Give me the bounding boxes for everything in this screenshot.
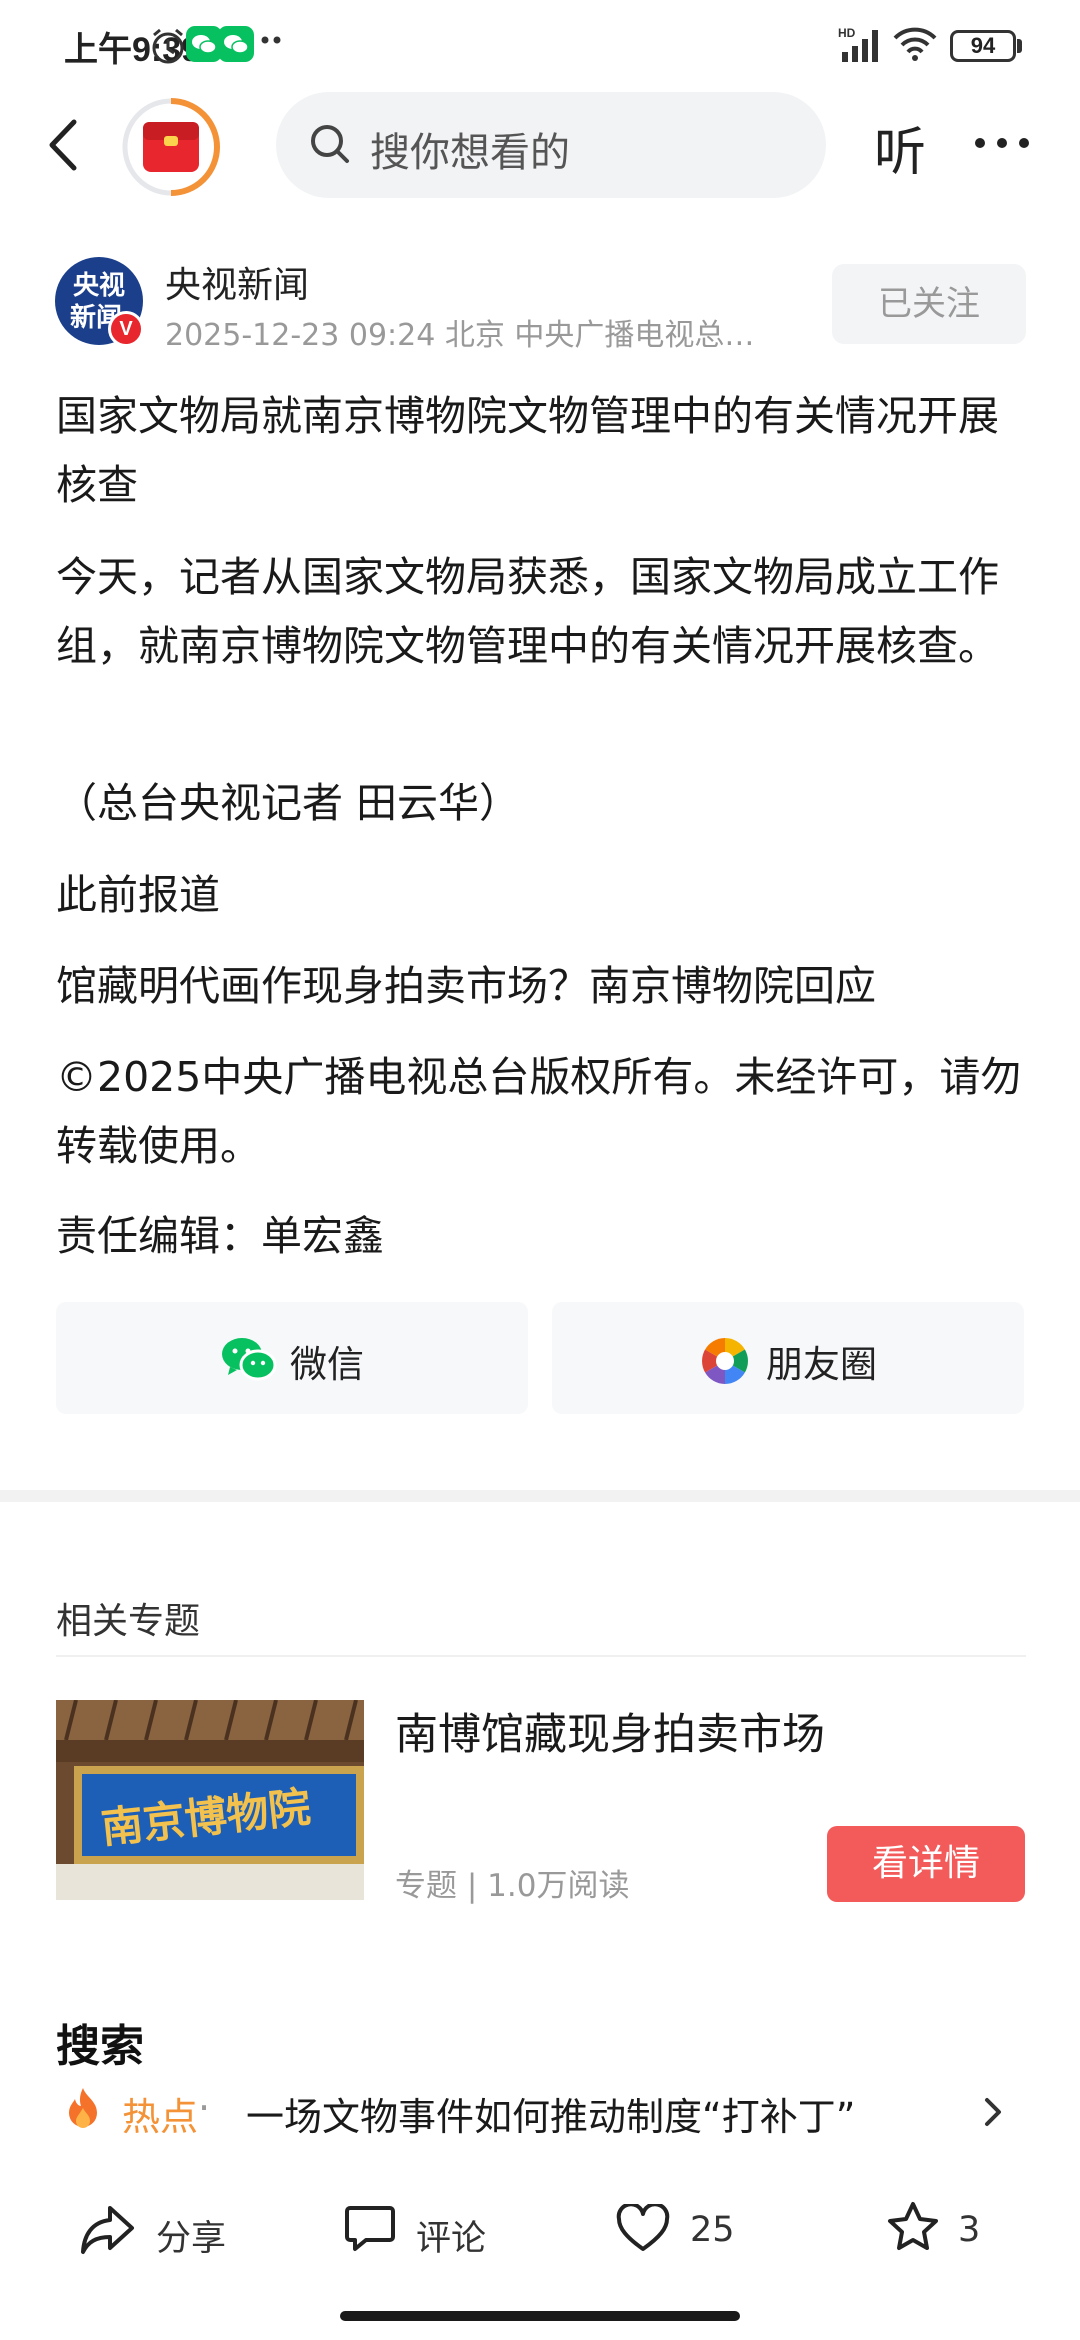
share-arrow-icon <box>81 2206 134 2254</box>
app-logo[interactable] <box>120 96 222 198</box>
section-divider <box>0 1490 1080 1502</box>
share-moments-button[interactable]: 朋友圈 <box>552 1302 1024 1414</box>
share-moments-label: 朋友圈 <box>766 1343 877 1386</box>
topic-thumbnail[interactable]: 南京博物院 <box>56 1700 364 1900</box>
back-button[interactable] <box>34 110 94 180</box>
like-button[interactable]: 25 <box>616 2200 766 2260</box>
related-topics-title: 相关专题 <box>56 1601 201 1642</box>
more-dots-icon <box>975 138 1029 148</box>
copyright-notice: ©2025中央广播电视总台版权所有。未经许可，请勿转载使用。 <box>56 1053 1022 1170</box>
divider <box>56 1655 1026 1657</box>
wechat-notification-icon <box>218 26 254 62</box>
topic-meta: 专题 | 1.0万阅读 <box>395 1868 630 1904</box>
favorite-count: 3 <box>958 2210 981 2250</box>
back-arrow-icon <box>49 119 77 171</box>
article-paragraph: 此前报道 <box>56 871 220 919</box>
star-icon <box>888 2202 938 2250</box>
moments-icon <box>700 1336 750 1390</box>
chevron-right-icon <box>980 2092 1006 2136</box>
more-notifications-icon <box>260 30 284 54</box>
wechat-notification-icon <box>186 26 222 62</box>
article-headline: 国家文物局就南京博物院文物管理中的有关情况开展核查 <box>56 392 999 509</box>
author-meta: 2025-12-23 09:24 北京 中央广播电视总… <box>165 318 755 353</box>
view-details-button[interactable]: 看详情 <box>827 1826 1025 1902</box>
search-section-heading: 搜索 <box>56 2021 144 2072</box>
follow-button[interactable]: 已关注 <box>832 264 1026 344</box>
comment-label: 评论 <box>416 2219 487 2259</box>
wechat-icon <box>220 1334 278 1388</box>
hot-search-item[interactable]: 热点 · 一场文物事件如何推动制度“打补丁” <box>56 2080 1026 2140</box>
share-wechat-button[interactable]: 微信 <box>56 1302 528 1414</box>
more-options-button[interactable] <box>972 128 1032 158</box>
share-label: 分享 <box>156 2219 227 2259</box>
hot-label: 热点 <box>122 2095 199 2139</box>
like-count: 25 <box>690 2210 735 2250</box>
battery-indicator: 94 <box>950 30 1016 62</box>
comment-icon <box>345 2206 395 2251</box>
signal-icon: HD <box>838 24 882 68</box>
share-wechat-label: 微信 <box>290 1343 364 1386</box>
related-report-link[interactable]: 馆藏明代画作现身拍卖市场？南京博物院回应 <box>56 952 1026 1021</box>
separator-dot: · <box>198 2086 211 2130</box>
editor-credit: 责任编辑：单宏鑫 <box>56 1212 384 1260</box>
article-paragraph: 今天，记者从国家文物局获悉，国家文物局成立工作组，就南京博物院文物管理中的有关情… <box>56 553 999 670</box>
hd-label: HD <box>838 26 856 40</box>
favorite-button[interactable]: 3 <box>886 2198 996 2258</box>
search-bar[interactable]: 搜你想看的 <box>276 92 826 198</box>
heart-icon <box>616 2204 670 2251</box>
battery-tip <box>1017 39 1022 53</box>
article-paragraph: （总台央视记者 田云华） <box>56 779 521 827</box>
home-indicator[interactable] <box>340 2311 740 2321</box>
app-logo-icon <box>122 98 221 196</box>
comment-button[interactable]: 评论 <box>344 2200 504 2260</box>
hot-query: 一场文物事件如何推动制度“打补丁” <box>246 2095 856 2139</box>
author-name[interactable]: 央视新闻 <box>165 256 309 308</box>
alarm-icon <box>148 26 188 70</box>
search-icon <box>306 120 354 172</box>
search-placeholder: 搜你想看的 <box>370 130 570 176</box>
wifi-icon <box>892 26 938 66</box>
share-button[interactable]: 分享 <box>80 2200 240 2260</box>
topic-title[interactable]: 南博馆藏现身拍卖市场 <box>395 1700 825 1762</box>
flame-icon <box>66 2086 100 2134</box>
avatar-text-top: 央视 <box>73 271 125 301</box>
listen-button[interactable]: 听 <box>874 110 926 185</box>
verified-badge: V <box>108 311 144 347</box>
